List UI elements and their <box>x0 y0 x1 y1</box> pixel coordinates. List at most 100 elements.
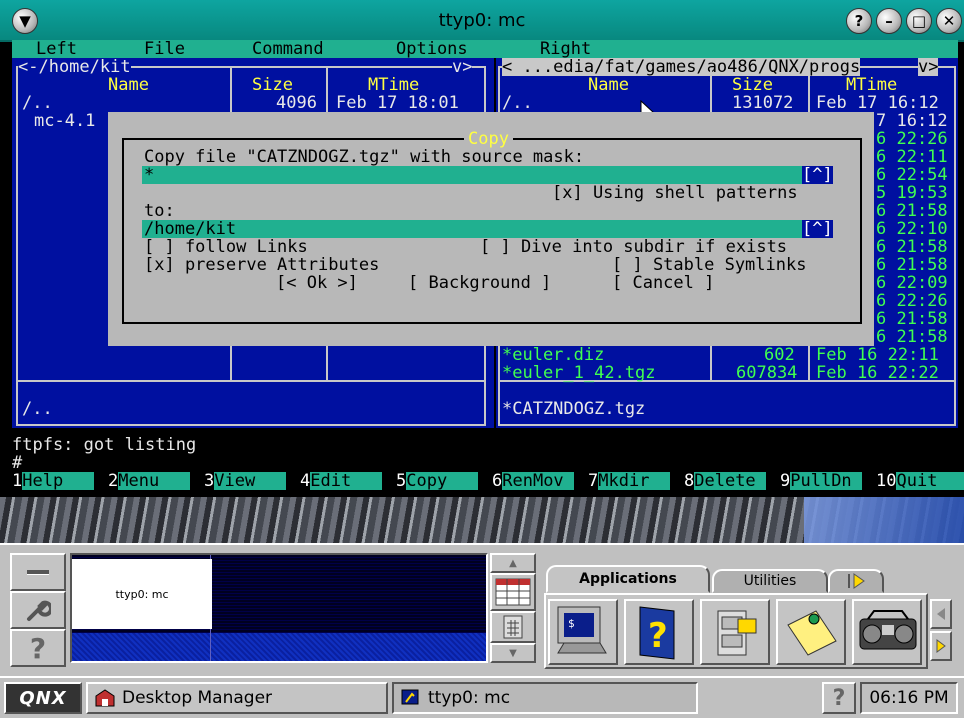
shelf-scroll-down-button[interactable]: ▼ <box>490 643 536 663</box>
mc-menu-bar: Left File Command Options Right <box>12 40 958 58</box>
fkey-help[interactable]: 1Help <box>12 472 95 490</box>
right-row-mtime: Feb 17 16:12 <box>816 93 939 113</box>
pager-window-thumbnail[interactable]: ttyp0: mc <box>72 559 212 629</box>
tab-scroll-arrow-icon <box>848 573 865 589</box>
tab-applications-label: Applications <box>579 571 677 587</box>
right-row-mtime: Feb 16 22:11 <box>816 345 939 365</box>
help-icon[interactable]: ? <box>846 8 872 34</box>
close-icon[interactable]: ✕ <box>936 8 962 34</box>
fkey-number: 6 <box>492 471 503 491</box>
right-row-name[interactable]: *euler_1_42.tgz <box>502 364 656 382</box>
right-row-size: 131072 <box>732 93 794 113</box>
clock[interactable]: 06:16 PM <box>860 682 958 714</box>
clock-time: 06:16 PM <box>869 688 949 708</box>
wrench-icon <box>27 600 51 621</box>
destination-input[interactable]: /home/kit <box>142 220 802 238</box>
cancel-button[interactable]: [ Cancel ] <box>612 274 714 292</box>
shell-patterns-checkbox[interactable]: [x] Using shell patterns <box>552 184 798 202</box>
pager-window-label: ttyp0: mc <box>115 587 169 601</box>
triangle-down-icon: ▼ <box>509 647 517 659</box>
shelf-help-button[interactable]: ? <box>10 629 66 667</box>
left-panel-footer: /.. <box>22 399 53 419</box>
background-button[interactable]: [ Background ] <box>408 274 551 292</box>
right-col-size: Size <box>732 75 773 95</box>
dialog-source-label: Copy file "CATZNDOGZ.tgz" with source ma… <box>144 147 585 167</box>
right-panel-path[interactable]: < ...edia/fat/games/ao486/QNX/progs <box>502 58 861 76</box>
fkey-menu[interactable]: 2Menu <box>108 472 191 490</box>
fkey-label: Menu <box>118 472 191 490</box>
taskbar: QNX Desktop Manager ttyp0: mc ? 06:16 PM <box>0 676 964 718</box>
workspace-pager[interactable]: ttyp0: mc <box>70 553 488 663</box>
terminal-launcher[interactable]: $ <box>548 599 618 665</box>
right-row-name[interactable]: *euler.diz <box>502 346 604 364</box>
applications-launcher-panel: $ ? <box>544 593 928 669</box>
shelf-calculator-button[interactable] <box>490 611 536 643</box>
left-panel-path-menu[interactable]: v> <box>452 58 473 76</box>
task-ttyp0[interactable]: ttyp0: mc <box>392 682 698 714</box>
ok-button[interactable]: [< Ok >] <box>276 274 358 292</box>
notepad-launcher[interactable] <box>776 599 846 665</box>
fkey-mkdir[interactable]: 7Mkdir <box>588 472 671 490</box>
source-mask-input[interactable]: * <box>142 166 802 184</box>
fkey-view[interactable]: 3View <box>204 472 287 490</box>
fkey-pulldn[interactable]: 9PullDn <box>780 471 863 491</box>
fkey-renmov[interactable]: 6RenMov <box>492 471 575 491</box>
right-row-mtime: 6 21:58 <box>876 255 948 275</box>
filemanager-launcher[interactable] <box>700 599 770 665</box>
stable-symlinks-checkbox[interactable]: [ ] Stable Symlinks <box>612 256 806 274</box>
fkey-number: 9 <box>780 471 791 491</box>
fkey-number: 5 <box>396 471 407 491</box>
menu-command[interactable]: Command <box>252 40 324 58</box>
right-row-mtime: 5 19:53 <box>876 183 948 203</box>
qnx-logo: QNX <box>19 687 67 709</box>
left-row-mtime: Feb 17 18:01 <box>336 93 459 113</box>
title-bar[interactable]: ▼ ttyp0: mc ? – □ ✕ <box>0 0 964 42</box>
right-row-mtime: 6 21:58 <box>876 309 948 329</box>
fkey-copy[interactable]: 5Copy <box>396 471 479 491</box>
shelf-spreadsheet-button[interactable] <box>490 573 536 611</box>
left-row-name[interactable]: mc-4.1 <box>34 112 95 130</box>
tab-utilities[interactable]: Utilities <box>712 569 828 593</box>
menu-right[interactable]: Right <box>540 40 591 58</box>
fkey-quit[interactable]: 10Quit <box>876 472 964 490</box>
shell-prompt[interactable]: # <box>12 454 22 472</box>
shelf-minimize-button[interactable] <box>10 553 66 591</box>
menu-file[interactable]: File <box>144 40 185 58</box>
desktop-shelf: ? ttyp0: mc ▲ ▼ Applications Utilities $… <box>0 543 964 673</box>
right-row-name[interactable]: /.. <box>502 94 533 112</box>
maximize-icon[interactable]: □ <box>906 8 932 34</box>
fkey-delete[interactable]: 8Delete <box>684 472 767 490</box>
destination-history-button[interactable]: [^] <box>802 220 833 238</box>
shelf-configure-button[interactable] <box>10 591 66 629</box>
fkey-label: Quit <box>896 472 964 490</box>
left-row-name[interactable]: /.. <box>22 94 53 112</box>
right-panel-path-menu[interactable]: v> <box>918 58 939 76</box>
left-panel-path[interactable]: <-/home/kit <box>18 58 131 76</box>
terminal-task-icon <box>401 689 419 705</box>
launcher-scroll-right-button[interactable] <box>930 631 952 661</box>
dash-icon <box>27 569 49 575</box>
source-history-button[interactable]: [^] <box>802 166 833 184</box>
dive-subdir-checkbox[interactable]: [ ] Dive into subdir if exists <box>480 238 787 256</box>
tab-applications[interactable]: Applications <box>546 565 710 593</box>
qnx-logo-button[interactable]: QNX <box>4 682 82 714</box>
multimedia-launcher[interactable] <box>852 599 922 665</box>
menu-options[interactable]: Options <box>396 40 468 58</box>
fkey-edit[interactable]: 4Edit <box>300 472 383 490</box>
left-col-mtime: MTime <box>368 75 420 95</box>
taskbar-help-button[interactable]: ? <box>822 682 856 714</box>
right-row-mtime: Feb 16 22:22 <box>816 363 939 383</box>
follow-links-checkbox[interactable]: [ ] follow Links <box>144 238 308 256</box>
helpviewer-launcher[interactable]: ? <box>624 599 694 665</box>
minimize-icon[interactable]: – <box>876 8 902 34</box>
fkey-label: View <box>214 472 287 490</box>
preserve-attributes-checkbox[interactable]: [x] preserve Attributes <box>144 256 379 274</box>
tab-more[interactable] <box>828 569 884 593</box>
triangle-up-icon: ▲ <box>509 557 517 569</box>
task-desktop-manager-label: Desktop Manager <box>122 688 273 708</box>
shelf-scroll-up-button[interactable]: ▲ <box>490 553 536 573</box>
menu-left[interactable]: Left <box>36 40 77 58</box>
fkey-number: 10 <box>876 471 897 491</box>
task-desktop-manager[interactable]: Desktop Manager <box>86 682 388 714</box>
launcher-scroll-left-button[interactable] <box>930 599 952 629</box>
